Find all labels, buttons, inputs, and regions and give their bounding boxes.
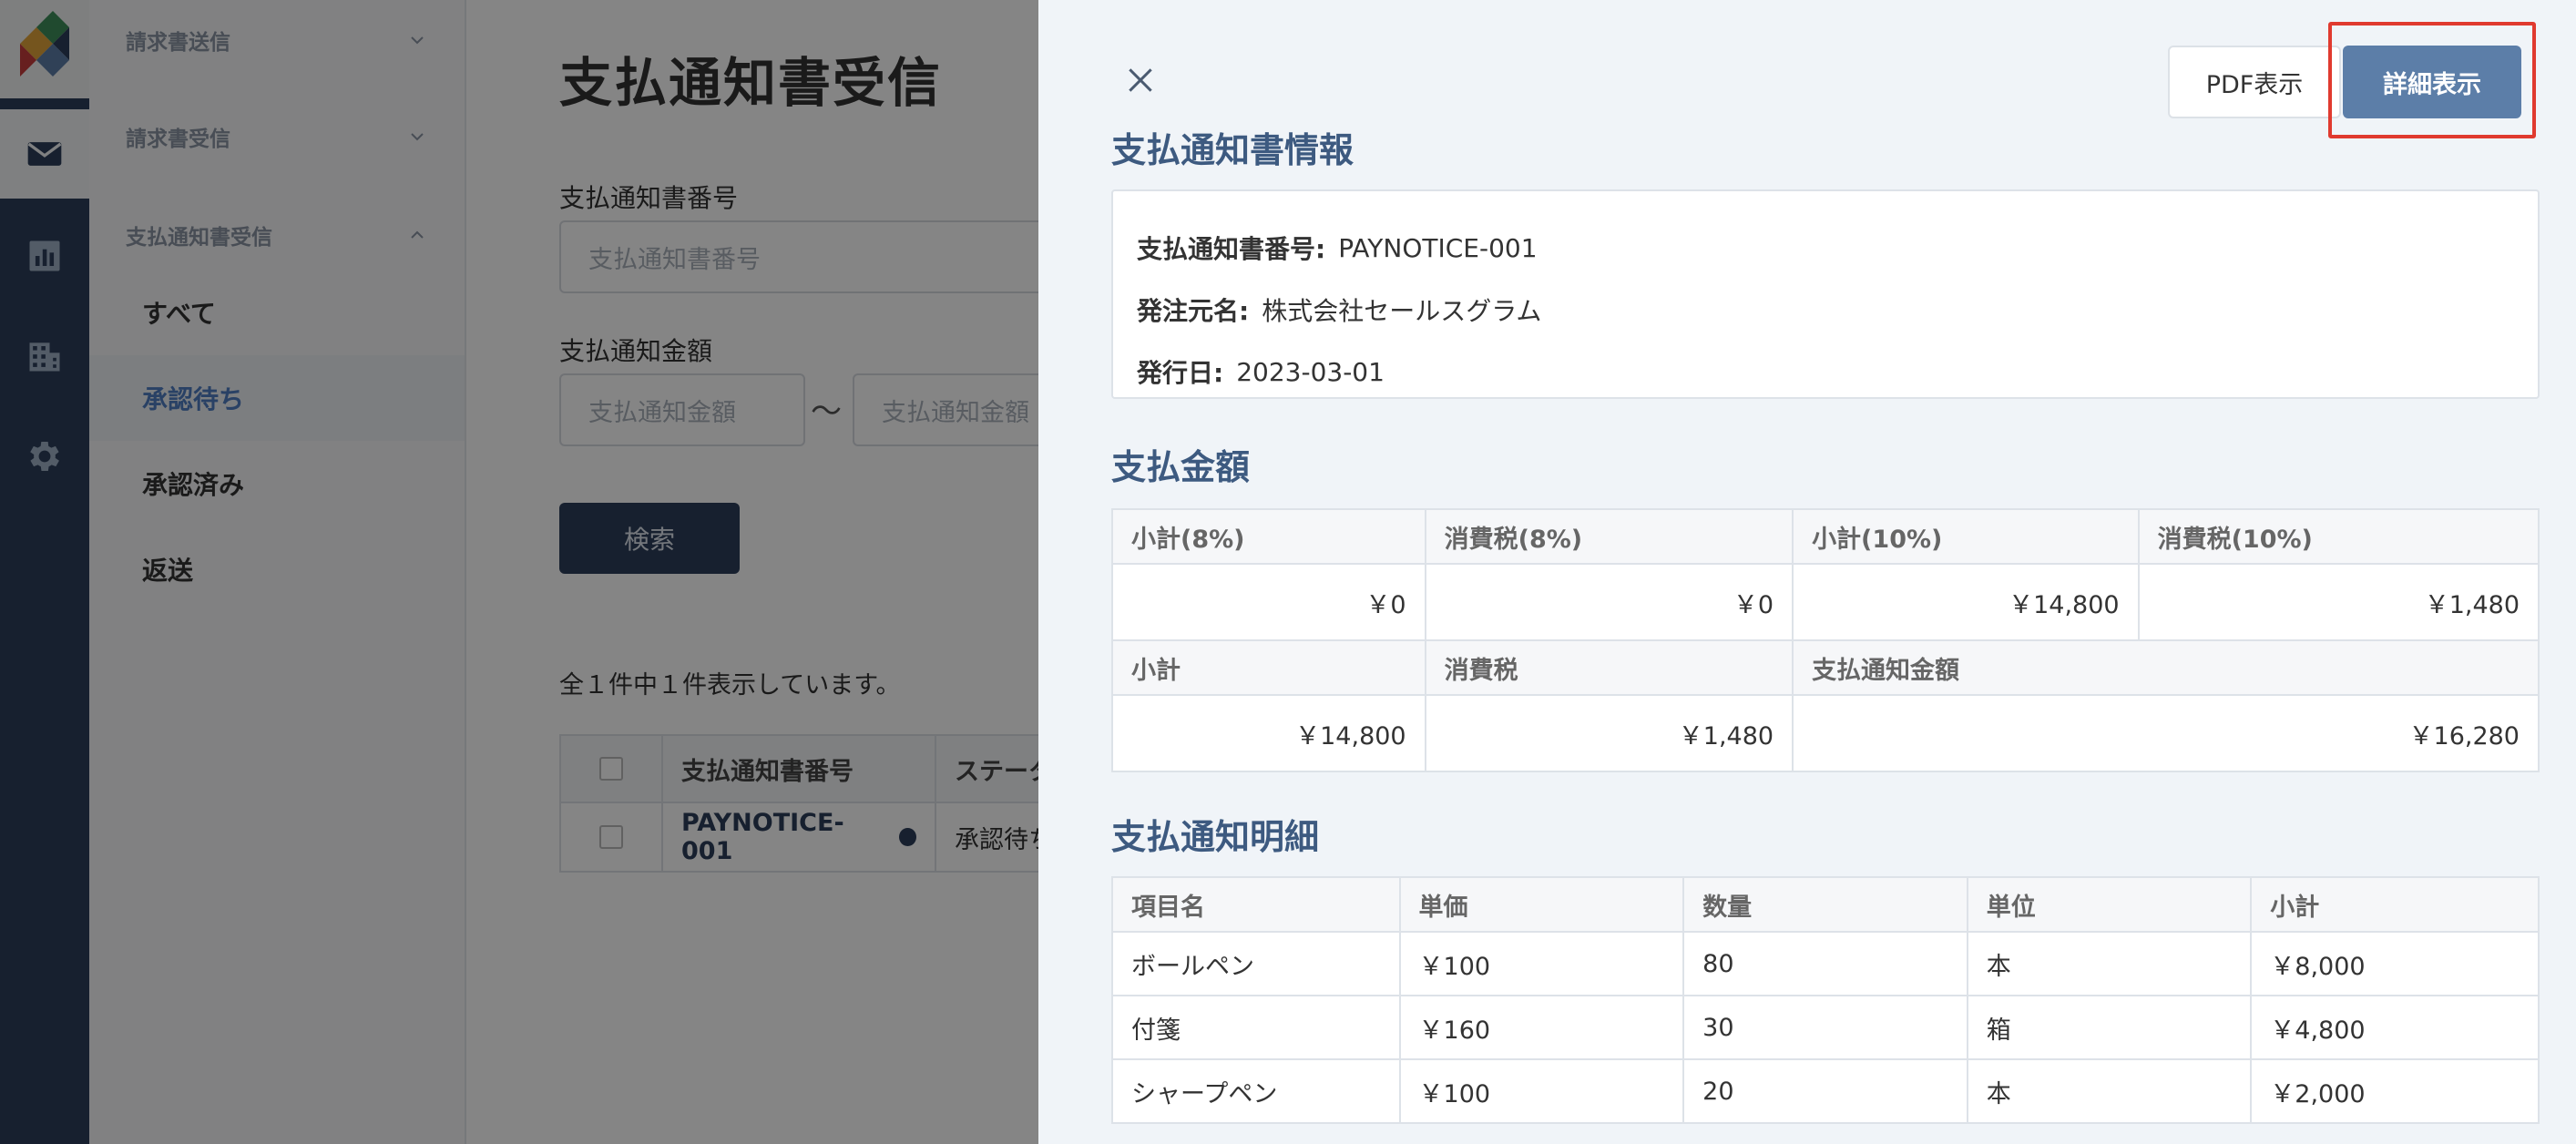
- item-name: 付箋: [1111, 995, 1401, 1060]
- amount-table: 小計(8%) 消費税(8%) 小計(10%) 消費税(10%) ￥0 ￥0 ￥1…: [1111, 508, 2540, 772]
- info-orderer-label: 発注元名:: [1137, 296, 1250, 326]
- info-number-value: PAYNOTICE-001: [1338, 232, 1538, 263]
- items-header: 小計: [2250, 876, 2540, 933]
- amount-value: ￥14,800: [1111, 694, 1426, 772]
- item-unit-price: ￥160: [1398, 995, 1685, 1060]
- amount-header-row-1: 小計(8%) 消費税(8%) 小計(10%) 消費税(10%): [1111, 508, 2540, 565]
- item-subtotal: ￥4,800: [2250, 995, 2540, 1060]
- amount-value: ￥0: [1424, 563, 1794, 641]
- info-orderer-value: 株式会社セールスグラム: [1262, 296, 1542, 326]
- item-subtotal: ￥8,000: [2250, 931, 2540, 996]
- info-date-label: 発行日:: [1137, 358, 1224, 388]
- items-header: 単位: [1966, 876, 2253, 933]
- items-table: 項目名 単価 数量 単位 小計 ボールペン ￥100 80 本 ￥8,000 付…: [1111, 876, 2540, 1124]
- section-title-amount: 支払金額: [1111, 447, 1251, 487]
- amount-header: 小計(10%): [1792, 508, 2140, 565]
- amount-header: 小計: [1111, 639, 1426, 696]
- total-amount-value: ￥16,280: [1792, 694, 2540, 772]
- table-row: ボールペン ￥100 80 本 ￥8,000: [1111, 931, 2540, 996]
- close-icon[interactable]: [1122, 62, 1159, 98]
- item-unit-price: ￥100: [1398, 931, 1685, 996]
- items-header-row: 項目名 単価 数量 単位 小計: [1111, 876, 2540, 933]
- items-header: 単価: [1398, 876, 1685, 933]
- item-unit-price: ￥100: [1398, 1058, 1685, 1124]
- item-name: シャープペン: [1111, 1058, 1401, 1124]
- amount-value: ￥1,480: [2137, 563, 2540, 641]
- item-quantity: 20: [1682, 1058, 1968, 1124]
- amount-header: 消費税: [1424, 639, 1794, 696]
- amount-header: 消費税(10%): [2137, 508, 2540, 565]
- amount-header-row-2: 小計 消費税 支払通知金額: [1111, 639, 2540, 696]
- items-header: 数量: [1682, 876, 1968, 933]
- info-date-value: 2023-03-01: [1236, 356, 1385, 387]
- item-name: ボールペン: [1111, 931, 1401, 996]
- detail-drawer: PDF表示 詳細表示 支払通知書情報 支払通知書番号: PAYNOTICE-00…: [1038, 0, 2576, 1144]
- info-date-line: 発行日: 2023-03-01: [1137, 341, 2514, 403]
- info-orderer-line: 発注元名: 株式会社セールスグラム: [1137, 279, 2514, 341]
- amount-header: 支払通知金額: [1792, 639, 2540, 696]
- info-card: 支払通知書番号: PAYNOTICE-001 発注元名: 株式会社セールスグラム…: [1111, 189, 2540, 399]
- item-unit: 本: [1966, 931, 2253, 996]
- item-unit: 箱: [1966, 995, 2253, 1060]
- amount-value-row-1: ￥0 ￥0 ￥14,800 ￥1,480: [1111, 563, 2540, 641]
- section-title-items: 支払通知明細: [1111, 817, 1320, 857]
- amount-header: 小計(8%): [1111, 508, 1426, 565]
- item-quantity: 80: [1682, 931, 1968, 996]
- amount-value: ￥14,800: [1792, 563, 2140, 641]
- item-quantity: 30: [1682, 995, 1968, 1060]
- section-title-info: 支払通知書情報: [1111, 130, 1354, 170]
- detail-view-button[interactable]: 詳細表示: [2343, 46, 2521, 118]
- item-unit: 本: [1966, 1058, 2253, 1124]
- info-number-line: 支払通知書番号: PAYNOTICE-001: [1137, 217, 2514, 279]
- pdf-view-button[interactable]: PDF表示: [2168, 46, 2341, 118]
- table-row: 付箋 ￥160 30 箱 ￥4,800: [1111, 995, 2540, 1060]
- amount-value-row-2: ￥14,800 ￥1,480 ￥16,280: [1111, 694, 2540, 772]
- items-header: 項目名: [1111, 876, 1401, 933]
- info-number-label: 支払通知書番号:: [1137, 234, 1326, 264]
- amount-value: ￥0: [1111, 563, 1426, 641]
- amount-value: ￥1,480: [1424, 694, 1794, 772]
- modal-backdrop[interactable]: [0, 0, 1038, 1144]
- item-subtotal: ￥2,000: [2250, 1058, 2540, 1124]
- table-row: シャープペン ￥100 20 本 ￥2,000: [1111, 1058, 2540, 1124]
- amount-header: 消費税(8%): [1424, 508, 1794, 565]
